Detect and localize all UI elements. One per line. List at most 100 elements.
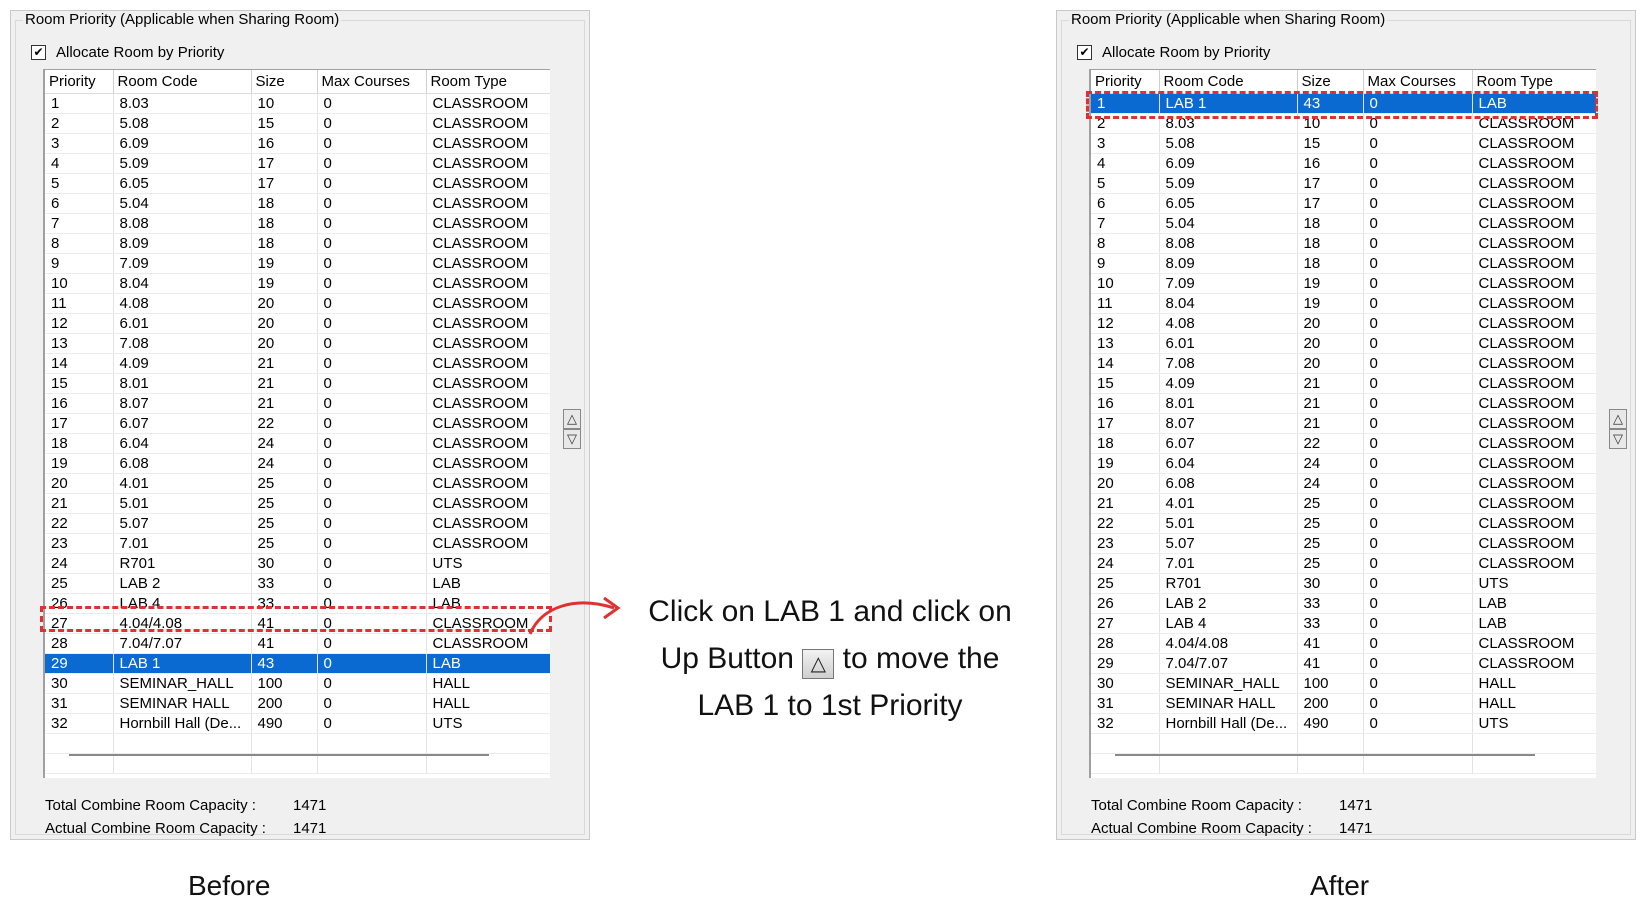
table-row[interactable]: 4 6.09 16 0 CLASSROOM [1091, 153, 1596, 174]
table-row[interactable]: 31 SEMINAR HALL 200 0 HALL [45, 693, 550, 714]
table-row[interactable]: 2 5.08 15 0 CLASSROOM [45, 113, 550, 134]
table-row[interactable]: 8 8.08 18 0 CLASSROOM [1091, 233, 1596, 254]
table-row[interactable]: 32 Hornbill Hall (De... 490 0 UTS [1091, 713, 1596, 734]
column-header-size[interactable]: Size [251, 70, 318, 94]
move-up-button[interactable]: △ [563, 409, 581, 429]
column-header-priority[interactable]: Priority [45, 70, 114, 94]
table-row[interactable]: 5 5.09 17 0 CLASSROOM [1091, 173, 1596, 194]
cell-priority: 26 [1091, 593, 1160, 614]
room-priority-listview[interactable]: Priority Room Code Size Max Courses Room… [1089, 69, 1596, 778]
table-row[interactable]: 27 LAB 4 33 0 LAB [1091, 613, 1596, 634]
table-row[interactable]: 17 6.07 22 0 CLASSROOM [45, 413, 550, 434]
cell-room-code: SEMINAR HALL [1159, 693, 1298, 714]
move-down-button[interactable]: ▽ [1609, 429, 1627, 449]
checkbox-check-icon[interactable]: ✔ [1077, 45, 1092, 60]
cell-room-type: CLASSROOM [1472, 453, 1596, 474]
table-row[interactable]: 29 LAB 1 43 0 LAB [45, 653, 550, 674]
room-priority-listview[interactable]: Priority Room Code Size Max Courses Room… [43, 69, 550, 778]
table-row[interactable]: 28 4.04/4.08 41 0 CLASSROOM [1091, 633, 1596, 654]
table-row[interactable]: 7 8.08 18 0 CLASSROOM [45, 213, 550, 234]
move-up-button[interactable]: △ [1609, 409, 1627, 429]
column-header-max-courses[interactable]: Max Courses [317, 70, 427, 94]
table-row[interactable]: 5 6.05 17 0 CLASSROOM [45, 173, 550, 194]
table-row[interactable]: 11 4.08 20 0 CLASSROOM [45, 293, 550, 314]
column-header-priority[interactable]: Priority [1091, 70, 1160, 94]
table-row[interactable]: 14 4.09 21 0 CLASSROOM [45, 353, 550, 374]
allocate-by-priority-checkbox[interactable]: ✔ Allocate Room by Priority [31, 44, 224, 61]
column-header-room-code[interactable]: Room Code [1159, 70, 1298, 94]
table-row[interactable]: 9 7.09 19 0 CLASSROOM [45, 253, 550, 274]
cell-priority: 24 [45, 553, 114, 574]
cell-room-type: CLASSROOM [1472, 153, 1596, 174]
cell-size: 18 [251, 213, 318, 234]
cell-priority: 4 [45, 153, 114, 174]
table-row[interactable]: 16 8.07 21 0 CLASSROOM [45, 393, 550, 414]
table-row[interactable]: 14 7.08 20 0 CLASSROOM [1091, 353, 1596, 374]
table-row[interactable]: 10 7.09 19 0 CLASSROOM [1091, 273, 1596, 294]
table-row[interactable]: 20 4.01 25 0 CLASSROOM [45, 473, 550, 494]
table-row[interactable]: 18 6.04 24 0 CLASSROOM [45, 433, 550, 454]
table-row[interactable]: 23 5.07 25 0 CLASSROOM [1091, 533, 1596, 554]
table-row[interactable]: 21 4.01 25 0 CLASSROOM [1091, 493, 1596, 514]
table-row[interactable]: 13 6.01 20 0 CLASSROOM [1091, 333, 1596, 354]
table-row[interactable]: 15 4.09 21 0 CLASSROOM [1091, 373, 1596, 394]
table-row[interactable]: 6 5.04 18 0 CLASSROOM [45, 193, 550, 214]
cell-room-type: CLASSROOM [1472, 533, 1596, 554]
table-row[interactable]: 22 5.01 25 0 CLASSROOM [1091, 513, 1596, 534]
cell-max-courses: 0 [1363, 293, 1473, 314]
column-header-room-code[interactable]: Room Code [113, 70, 252, 94]
empty-cell [1159, 753, 1298, 774]
table-row[interactable]: 29 7.04/7.07 41 0 CLASSROOM [1091, 653, 1596, 674]
column-header-room-type[interactable]: Room Type [426, 70, 550, 94]
table-row[interactable]: 28 7.04/7.07 41 0 CLASSROOM [45, 633, 550, 654]
table-row[interactable]: 31 SEMINAR HALL 200 0 HALL [1091, 693, 1596, 714]
table-row[interactable]: 21 5.01 25 0 CLASSROOM [45, 493, 550, 514]
table-row[interactable]: 23 7.01 25 0 CLASSROOM [45, 533, 550, 554]
cell-size: 21 [251, 373, 318, 394]
table-row[interactable]: 13 7.08 20 0 CLASSROOM [45, 333, 550, 354]
table-row[interactable]: 25 LAB 2 33 0 LAB [45, 573, 550, 594]
column-header-max-courses[interactable]: Max Courses [1363, 70, 1473, 94]
table-row[interactable]: 22 5.07 25 0 CLASSROOM [45, 513, 550, 534]
table-row[interactable]: 30 SEMINAR_HALL 100 0 HALL [45, 673, 550, 694]
table-row[interactable]: 24 R701 30 0 UTS [45, 553, 550, 574]
table-row[interactable]: 26 LAB 2 33 0 LAB [1091, 593, 1596, 614]
table-row[interactable]: 30 SEMINAR_HALL 100 0 HALL [1091, 673, 1596, 694]
table-row[interactable]: 9 8.09 18 0 CLASSROOM [1091, 253, 1596, 274]
table-row[interactable]: 25 R701 30 0 UTS [1091, 573, 1596, 594]
cell-room-code: 7.04/7.07 [1159, 653, 1298, 674]
cell-size: 30 [251, 553, 318, 574]
horizontal-scrollbar[interactable] [1115, 754, 1535, 756]
column-header-room-type[interactable]: Room Type [1472, 70, 1596, 94]
cell-max-courses: 0 [1363, 533, 1473, 554]
table-row[interactable]: 19 6.04 24 0 CLASSROOM [1091, 453, 1596, 474]
horizontal-scrollbar[interactable] [69, 754, 489, 756]
table-row[interactable]: 20 6.08 24 0 CLASSROOM [1091, 473, 1596, 494]
move-down-button[interactable]: ▽ [563, 429, 581, 449]
allocate-by-priority-checkbox[interactable]: ✔ Allocate Room by Priority [1077, 44, 1270, 61]
table-row[interactable]: 1 8.03 10 0 CLASSROOM [45, 93, 550, 114]
table-row[interactable]: 19 6.08 24 0 CLASSROOM [45, 453, 550, 474]
table-row[interactable]: 32 Hornbill Hall (De... 490 0 UTS [45, 713, 550, 734]
table-row[interactable]: 8 8.09 18 0 CLASSROOM [45, 233, 550, 254]
table-row[interactable]: 12 4.08 20 0 CLASSROOM [1091, 313, 1596, 334]
table-row[interactable]: 7 5.04 18 0 CLASSROOM [1091, 213, 1596, 234]
table-row[interactable]: 6 6.05 17 0 CLASSROOM [1091, 193, 1596, 214]
table-row[interactable]: 15 8.01 21 0 CLASSROOM [45, 373, 550, 394]
cell-max-courses: 0 [1363, 313, 1473, 334]
cell-size: 19 [1297, 273, 1364, 294]
table-row[interactable]: 10 8.04 19 0 CLASSROOM [45, 273, 550, 294]
table-row[interactable]: 17 8.07 21 0 CLASSROOM [1091, 413, 1596, 434]
cell-room-code: 7.09 [113, 253, 252, 274]
table-row[interactable]: 3 6.09 16 0 CLASSROOM [45, 133, 550, 154]
checkbox-check-icon[interactable]: ✔ [31, 45, 46, 60]
table-row[interactable]: 11 8.04 19 0 CLASSROOM [1091, 293, 1596, 314]
column-header-size[interactable]: Size [1297, 70, 1364, 94]
table-row[interactable]: 12 6.01 20 0 CLASSROOM [45, 313, 550, 334]
table-row[interactable]: 24 7.01 25 0 CLASSROOM [1091, 553, 1596, 574]
table-row[interactable]: 16 8.01 21 0 CLASSROOM [1091, 393, 1596, 414]
table-row[interactable]: 3 5.08 15 0 CLASSROOM [1091, 133, 1596, 154]
table-row[interactable]: 4 5.09 17 0 CLASSROOM [45, 153, 550, 174]
cell-max-courses: 0 [1363, 173, 1473, 194]
table-row[interactable]: 18 6.07 22 0 CLASSROOM [1091, 433, 1596, 454]
